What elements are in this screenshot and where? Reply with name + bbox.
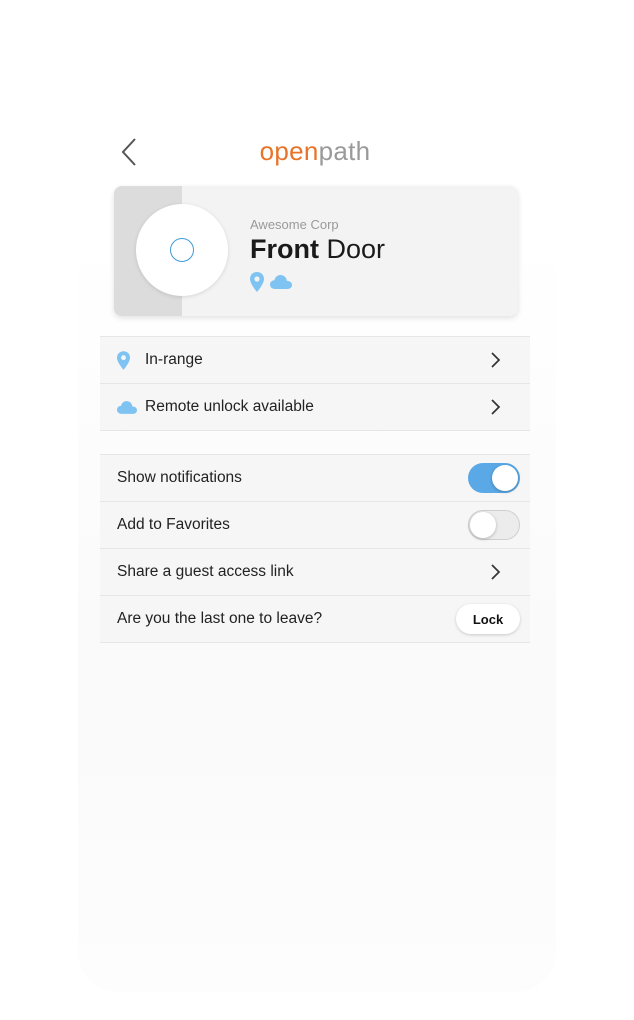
door-name-bold: Front: [250, 234, 319, 264]
chevron-right-icon: [491, 352, 501, 368]
add-to-favorites-row: Add to Favorites: [100, 501, 530, 548]
add-to-favorites-toggle[interactable]: [468, 510, 520, 540]
remote-unlock-label: Remote unlock available: [145, 398, 314, 415]
door-status-icons: [250, 272, 292, 292]
door-name: Front Door: [250, 234, 385, 265]
location-pin-icon: [117, 350, 139, 370]
lock-button[interactable]: Lock: [456, 604, 520, 634]
status-list: In-range Remote unlock available: [100, 336, 530, 431]
show-notifications-toggle[interactable]: [468, 463, 520, 493]
last-one-label: Are you the last one to leave?: [117, 610, 323, 627]
show-notifications-label: Show notifications: [117, 469, 242, 486]
settings-list: Show notifications Add to Favorites Shar…: [100, 454, 530, 643]
door-name-rest: Door: [318, 234, 386, 264]
add-to-favorites-label: Add to Favorites: [117, 516, 230, 533]
door-card: Awesome Corp Front Door: [114, 186, 518, 316]
header: openpath: [100, 128, 530, 178]
unlock-button[interactable]: [136, 204, 228, 296]
share-guest-link-row[interactable]: Share a guest access link: [100, 548, 530, 595]
chevron-right-icon: [491, 564, 501, 580]
share-guest-link-label: Share a guest access link: [117, 563, 294, 580]
cloud-icon: [270, 275, 292, 289]
toggle-knob: [470, 512, 496, 538]
show-notifications-row: Show notifications: [100, 455, 530, 501]
organization-name: Awesome Corp: [250, 217, 339, 232]
cloud-icon: [117, 400, 139, 414]
in-range-row[interactable]: In-range: [100, 337, 530, 383]
chevron-right-icon: [491, 399, 501, 415]
in-range-label: In-range: [145, 351, 203, 368]
remote-unlock-row[interactable]: Remote unlock available: [100, 383, 530, 430]
location-pin-icon: [250, 272, 264, 292]
unlock-ring-icon: [170, 238, 194, 262]
last-one-row: Are you the last one to leave? Lock: [100, 595, 530, 642]
toggle-knob: [492, 465, 518, 491]
openpath-logo: openpath: [259, 136, 371, 166]
